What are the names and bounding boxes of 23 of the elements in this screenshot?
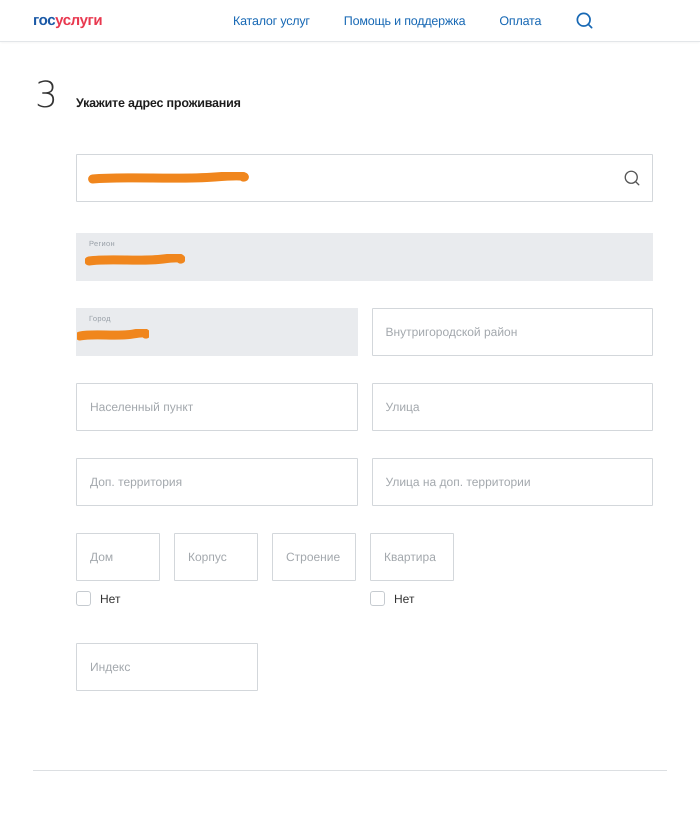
address-search-field[interactable] [76,154,653,202]
checkbox[interactable] [370,591,385,606]
nav-link[interactable]: Помощь и поддержка [344,14,466,28]
text-field[interactable]: Населенный пункт [76,383,358,431]
text-field[interactable]: Квартира [370,533,454,581]
step-title: Укажите адрес проживания [76,96,241,110]
text-field[interactable]: Корпус [174,533,258,581]
checkbox[interactable] [76,591,91,606]
nav-link[interactable]: Каталог услуг [233,14,310,28]
text-field[interactable]: Улица [372,383,653,431]
text-field[interactable]: Дом [76,533,160,581]
nav-link[interactable]: Оплата [499,14,542,28]
checkbox-label: Нет [100,592,120,606]
checkbox-label: Нет [394,592,414,606]
step-number: 3 [34,75,58,116]
text-field[interactable]: Индекс [76,643,258,691]
text-field[interactable]: Строение [272,533,356,581]
search-icon[interactable] [575,11,594,30]
logo[interactable]: госуслуги [33,12,102,29]
text-field[interactable]: Доп. территория [76,458,358,506]
text-field[interactable]: Внутригородской район [372,308,653,356]
search-icon [623,169,641,187]
text-field[interactable]: Улица на доп. территории [372,458,653,506]
